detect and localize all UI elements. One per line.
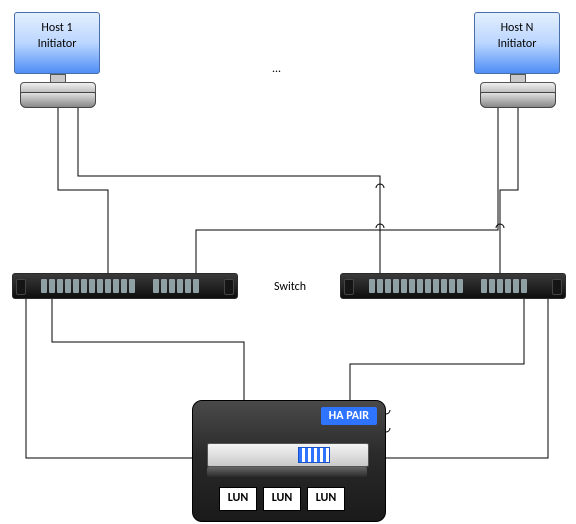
keyboard xyxy=(480,92,556,108)
host-n: Host N Initiator xyxy=(474,12,562,108)
switch-label: Switch xyxy=(274,280,306,294)
controller-module xyxy=(207,443,369,467)
host-1: Host 1 Initiator xyxy=(14,12,102,108)
port-cluster xyxy=(41,279,135,293)
host-1-line1: Host 1 xyxy=(15,21,99,37)
host-n-line2: Initiator xyxy=(475,37,559,53)
psu-icon xyxy=(552,279,562,295)
ha-pair-badge: HA PAIR xyxy=(321,407,377,425)
lun-box: LUN xyxy=(307,487,345,511)
psu-icon xyxy=(344,279,354,295)
switch-left xyxy=(12,273,238,299)
host-n-screen: Host N Initiator xyxy=(474,12,560,74)
switch-right xyxy=(340,273,566,299)
host-1-screen: Host 1 Initiator xyxy=(14,12,100,74)
psu-icon xyxy=(16,279,26,295)
port-cluster xyxy=(153,279,199,293)
host-n-line1: Host N xyxy=(475,21,559,37)
lun-row: LUN LUN LUN xyxy=(219,487,345,511)
lun-box: LUN xyxy=(263,487,301,511)
storage-ha-pair: HA PAIR LUN LUN LUN xyxy=(192,400,386,522)
host-1-line2: Initiator xyxy=(15,37,99,53)
lun-box: LUN xyxy=(219,487,257,511)
port-cluster xyxy=(481,279,527,293)
netapp-logo-icon xyxy=(298,447,330,463)
port-cluster xyxy=(369,279,463,293)
psu-icon xyxy=(224,279,234,295)
drive-row xyxy=(207,467,367,477)
ellipsis: ... xyxy=(272,62,281,76)
keyboard xyxy=(20,92,96,108)
